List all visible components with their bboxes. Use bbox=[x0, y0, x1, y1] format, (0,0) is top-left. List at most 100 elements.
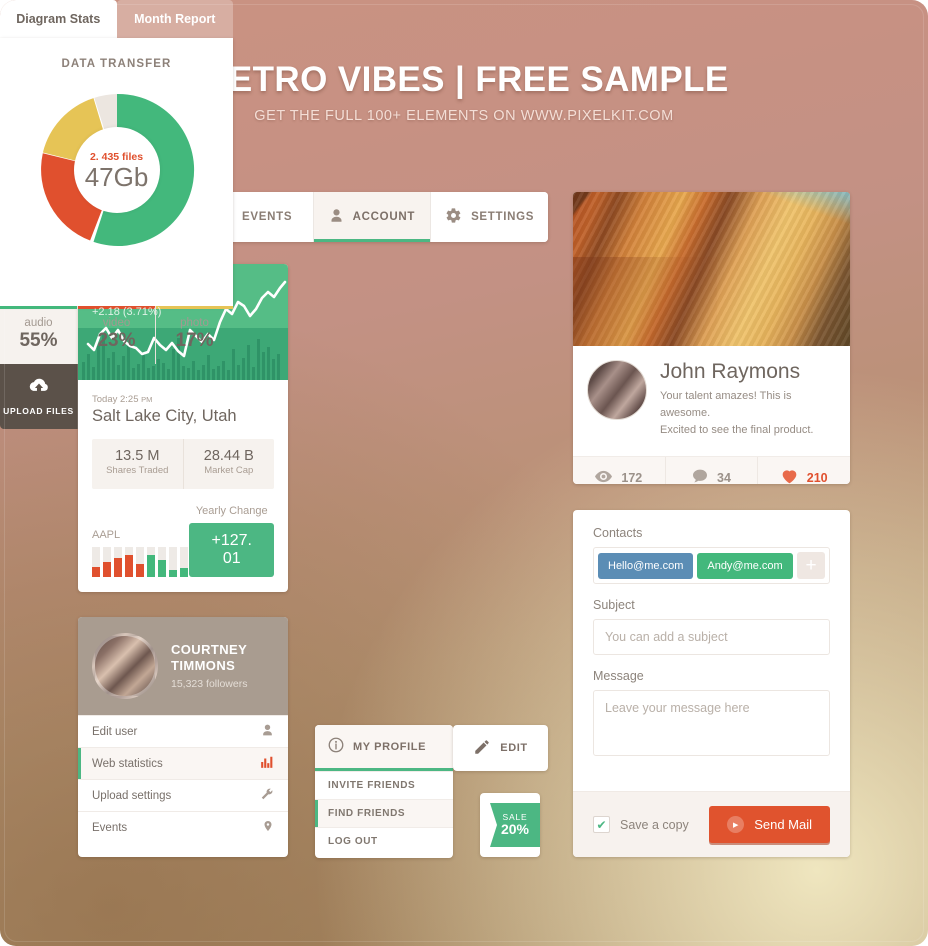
user-card-header: COURTNEY TIMMONS 15,323 followers bbox=[78, 617, 288, 715]
aapl-bar bbox=[103, 547, 111, 577]
avatar bbox=[587, 360, 647, 420]
diagram-tabs: Diagram Stats Month Report bbox=[0, 0, 233, 38]
tab-settings[interactable]: SETTINGS bbox=[431, 192, 548, 242]
upload-files-label: UPLOAD FILES bbox=[3, 406, 74, 416]
stat-market-cap-value: 28.44 B bbox=[203, 448, 254, 464]
user-profile-card: COURTNEY TIMMONS 15,323 followers Edit u… bbox=[78, 617, 288, 857]
upload-files-button[interactable]: UPLOAD FILES bbox=[0, 364, 77, 429]
diagram-body: DATA TRANSFER 2. 435 files 47Gb bbox=[0, 38, 233, 306]
percent-audio-color-bar bbox=[0, 306, 77, 309]
percent-video-value: 23% bbox=[97, 330, 136, 351]
sidebar-item-label: Web statistics bbox=[92, 757, 163, 770]
pencil-icon bbox=[473, 738, 491, 759]
sale-ribbon: SALE 20% bbox=[490, 803, 540, 847]
stat-shares-traded-value: 13.5 M bbox=[115, 448, 160, 464]
location-pin-icon bbox=[262, 819, 274, 836]
play-arrow-icon: ▶ bbox=[727, 816, 745, 833]
percent-audio-label: audio bbox=[24, 317, 53, 329]
subject-input[interactable] bbox=[593, 619, 830, 655]
aapl-block: AAPL bbox=[92, 529, 189, 577]
mail-form-footer: ✔ Save a copy ▶ Send Mail bbox=[573, 791, 850, 857]
message-textarea[interactable] bbox=[593, 690, 830, 756]
comment-icon bbox=[692, 469, 708, 484]
tab-events-label: EVENTS bbox=[242, 211, 293, 223]
contacts-field[interactable]: Hello@me.com Andy@me.com + bbox=[593, 547, 830, 584]
user-first-name: COURTNEY bbox=[171, 641, 248, 657]
user-last-name: TIMMONS bbox=[171, 657, 236, 673]
sidebar-item-edit-user[interactable]: Edit user bbox=[78, 715, 288, 747]
percent-photo-label: photo bbox=[180, 317, 209, 329]
tab-account[interactable]: ACCOUNT bbox=[313, 192, 432, 242]
donut-files-count: 2. 435 files bbox=[89, 150, 144, 163]
send-mail-button[interactable]: ▶ Send Mail bbox=[709, 806, 830, 843]
aapl-row: AAPL Yearly Change +127. 01 bbox=[92, 505, 274, 577]
sidebar-item-events[interactable]: Events bbox=[78, 811, 288, 843]
views-stat[interactable]: 172 bbox=[573, 457, 665, 484]
percent-video-label: video bbox=[102, 317, 131, 329]
comment-text: Your talent amazes! This is awesome. Exc… bbox=[660, 388, 836, 439]
stock-stat-row: 13.5 M Shares Traded 28.44 B Market Cap bbox=[92, 439, 274, 489]
aapl-bar bbox=[147, 547, 155, 577]
data-transfer-donut-chart: 2. 435 files 47Gb bbox=[31, 84, 203, 256]
percent-audio-value: 55% bbox=[19, 330, 58, 351]
aapl-bar bbox=[136, 547, 144, 577]
user-icon bbox=[329, 207, 344, 227]
user-icon bbox=[261, 723, 274, 740]
aapl-bar bbox=[125, 547, 133, 577]
menu-log-out[interactable]: LOG OUT bbox=[315, 827, 453, 855]
menu-find-friends[interactable]: FIND FRIENDS bbox=[315, 799, 453, 827]
contact-tag-hello[interactable]: Hello@me.com bbox=[598, 552, 694, 579]
photo-card-stats: 172 34 210 bbox=[573, 456, 850, 484]
sidebar-item-label: Upload settings bbox=[92, 789, 172, 802]
edit-button-label: EDIT bbox=[500, 742, 528, 754]
cover-photo bbox=[573, 192, 850, 346]
yearly-change-label: Yearly Change bbox=[195, 505, 268, 517]
likes-count: 210 bbox=[806, 470, 828, 484]
sidebar-item-upload-settings[interactable]: Upload settings bbox=[78, 779, 288, 811]
percent-audio: audio 55% bbox=[0, 306, 77, 364]
aapl-label: AAPL bbox=[92, 529, 121, 541]
stock-price-block: ▴634. 39 +2.18 (3.71%) bbox=[92, 278, 179, 318]
send-mail-label: Send Mail bbox=[754, 817, 812, 832]
sidebar-item-web-statistics[interactable]: Web statistics bbox=[78, 747, 288, 779]
likes-stat[interactable]: 210 bbox=[757, 457, 850, 484]
photo-card-body: John Raymons Your talent amazes! This is… bbox=[573, 346, 850, 439]
my-profile-button[interactable]: MY PROFILE bbox=[315, 725, 453, 771]
edit-button[interactable]: EDIT bbox=[453, 725, 548, 771]
eye-icon bbox=[595, 470, 613, 484]
my-profile-dropdown: MY PROFILE INVITE FRIENDS FIND FRIENDS L… bbox=[315, 725, 453, 858]
contacts-label: Contacts bbox=[593, 526, 643, 540]
contact-tag-andy[interactable]: Andy@me.com bbox=[697, 552, 793, 579]
add-contact-button[interactable]: + bbox=[797, 552, 825, 579]
stock-price-value: ▴634. 39 bbox=[92, 278, 179, 305]
sale-ribbon-tail bbox=[540, 809, 548, 853]
sidebar-item-label: Edit user bbox=[92, 725, 138, 738]
stock-timestamp: Today 2:25 PM bbox=[92, 394, 274, 405]
stock-price-number: 634. 39 bbox=[99, 278, 180, 304]
sale-badge[interactable]: SALE 20% bbox=[480, 793, 540, 857]
comments-stat[interactable]: 34 bbox=[664, 457, 758, 484]
sale-percent: 20% bbox=[500, 821, 530, 838]
stat-shares-traded-label: Shares Traded bbox=[106, 465, 169, 476]
bar-chart-icon bbox=[260, 755, 274, 772]
save-copy-checkbox[interactable]: ✔ bbox=[593, 816, 610, 833]
comment-line-1: Your talent amazes! This is awesome. bbox=[660, 390, 792, 420]
save-copy-label: Save a copy bbox=[620, 817, 689, 832]
stat-market-cap-label: Market Cap bbox=[204, 465, 254, 476]
stock-change: +2.18 (3.71%) bbox=[92, 306, 162, 318]
tab-settings-label: SETTINGS bbox=[471, 211, 535, 223]
donut-center-label: 2. 435 files 47Gb bbox=[73, 127, 160, 213]
stat-market-cap: 28.44 B Market Cap bbox=[182, 439, 275, 489]
views-count: 172 bbox=[621, 470, 643, 484]
diagram-title: DATA TRANSFER bbox=[61, 58, 172, 70]
message-label: Message bbox=[593, 669, 644, 683]
tab-account-label: ACCOUNT bbox=[352, 211, 416, 223]
app-background: METRO VIBES | FREE SAMPLE GET THE FULL 1… bbox=[0, 0, 928, 946]
stock-time-ampm: PM bbox=[141, 395, 153, 404]
aapl-bar bbox=[180, 547, 188, 577]
menu-invite-friends[interactable]: INVITE FRIENDS bbox=[315, 771, 453, 799]
user-meta: COURTNEY TIMMONS 15,323 followers bbox=[171, 642, 247, 690]
tab-diagram-stats[interactable]: Diagram Stats bbox=[0, 0, 117, 38]
yearly-change-block: Yearly Change +127. 01 bbox=[189, 505, 274, 577]
tab-month-report[interactable]: Month Report bbox=[116, 0, 233, 38]
